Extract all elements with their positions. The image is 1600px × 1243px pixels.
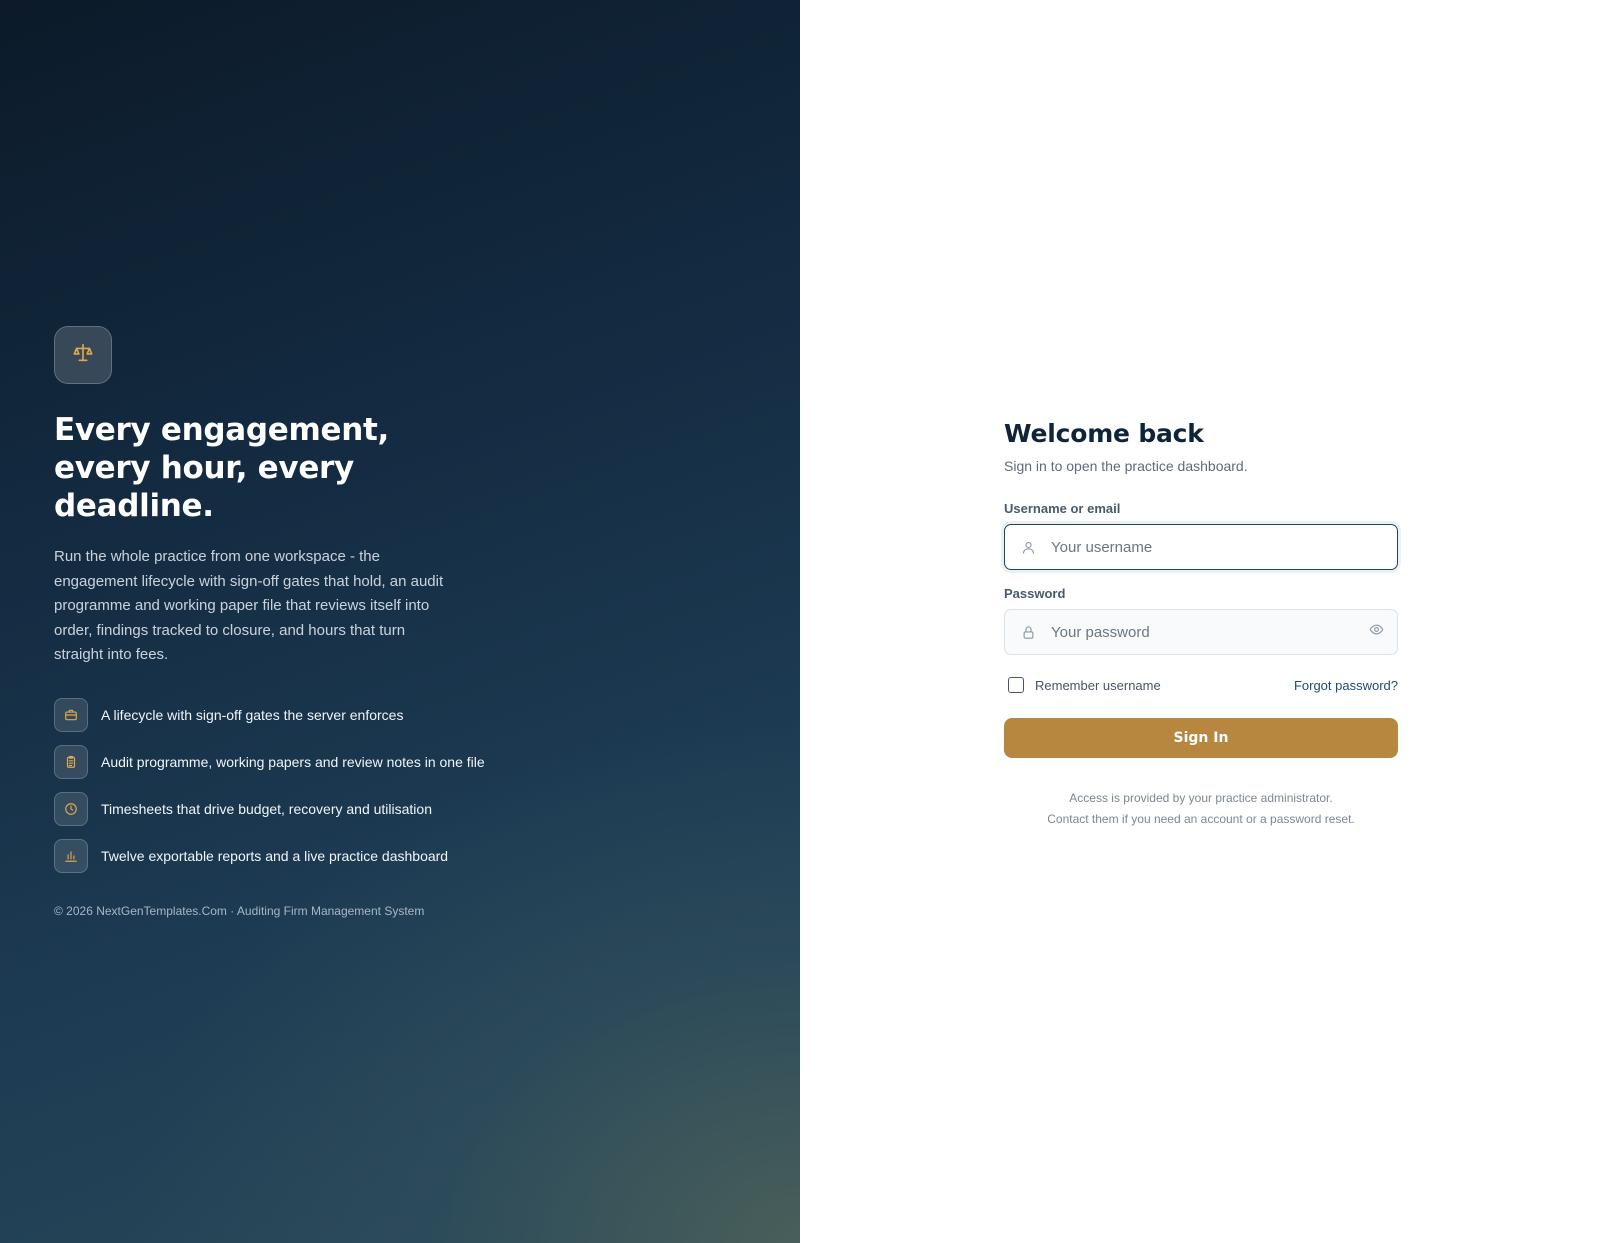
access-notice-line: Contact them if you need an account or a… <box>1047 812 1355 826</box>
user-icon <box>1005 525 1051 569</box>
feature-text: A lifecycle with sign-off gates the serv… <box>101 706 404 723</box>
login-subtitle: Sign in to open the practice dashboard. <box>1004 458 1248 474</box>
hero-content: Every engagement, every hour, every dead… <box>54 326 534 918</box>
clock-icon <box>54 791 88 826</box>
sign-in-button[interactable]: Sign In <box>1004 718 1398 758</box>
username-field <box>1004 524 1398 570</box>
feature-item: Timesheets that drive budget, recovery a… <box>54 791 534 826</box>
password-field <box>1004 609 1398 655</box>
remember-checkbox[interactable] <box>1008 677 1024 693</box>
hero-intro: Run the whole practice from one workspac… <box>54 548 444 664</box>
feature-item: A lifecycle with sign-off gates the serv… <box>54 697 534 732</box>
remember-label[interactable]: Remember username <box>1035 678 1161 693</box>
feature-list: A lifecycle with sign-off gates the serv… <box>54 697 534 873</box>
brand-logo <box>54 326 112 384</box>
password-input[interactable] <box>1051 610 1355 654</box>
username-input[interactable] <box>1051 525 1397 569</box>
feature-text: Twelve exportable reports and a live pra… <box>101 847 449 864</box>
password-label: Password <box>1004 586 1066 601</box>
login-page: Every engagement, every hour, every dead… <box>0 0 1600 1243</box>
login-title: Welcome back <box>1004 419 1204 448</box>
feature-item: Audit programme, working papers and revi… <box>54 744 534 779</box>
access-notice: Access is provided by your practice admi… <box>1004 788 1398 830</box>
forgot-password-link[interactable]: Forgot password? <box>1294 678 1398 693</box>
clipboard-icon <box>54 744 88 779</box>
feature-text: Timesheets that drive budget, recovery a… <box>101 800 432 817</box>
feature-text: Audit programme, working papers and revi… <box>101 753 485 770</box>
login-form: Welcome back Sign in to open the practic… <box>1004 419 1398 830</box>
scale-icon <box>72 342 94 369</box>
bar-chart-icon <box>54 838 88 873</box>
username-label: Username or email <box>1004 501 1121 516</box>
feature-item: Twelve exportable reports and a live pra… <box>54 838 534 873</box>
lock-icon <box>1005 610 1051 654</box>
login-panel: Welcome back Sign in to open the practic… <box>800 0 1600 1243</box>
access-notice-line: Access is provided by your practice admi… <box>1069 791 1333 805</box>
eye-icon <box>1369 622 1384 642</box>
hero-headline: Every engagement, every hour, every dead… <box>54 412 390 524</box>
copyright-text: © 2026 NextGenTemplates.Com · Auditing F… <box>54 903 425 918</box>
remember-option: Remember username <box>1004 677 1161 693</box>
briefcase-icon <box>54 697 88 732</box>
hero-panel: Every engagement, every hour, every dead… <box>0 0 800 1243</box>
show-password-toggle[interactable] <box>1355 610 1397 654</box>
options-row: Remember username Forgot password? <box>1004 675 1398 695</box>
